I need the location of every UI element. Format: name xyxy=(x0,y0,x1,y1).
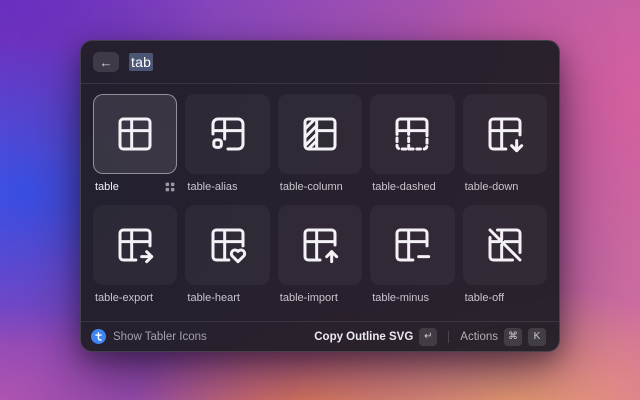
icon-label-row: table-off xyxy=(463,291,547,304)
table-heart-icon xyxy=(208,225,248,265)
primary-action-label: Copy Outline SVG xyxy=(314,331,413,343)
back-arrow-icon: ← xyxy=(100,56,113,69)
footer-app-label: Show Tabler Icons xyxy=(113,331,207,343)
icon-result-cell[interactable]: table-dashed xyxy=(370,94,454,193)
back-button[interactable]: ← xyxy=(93,52,119,72)
icon-label-row: table-column xyxy=(278,180,362,193)
icon-label: table-minus xyxy=(372,292,429,304)
grid-badge-icon xyxy=(165,182,175,192)
icon-tile xyxy=(370,94,454,174)
table-down-icon xyxy=(485,114,525,154)
icon-label-row: table-down xyxy=(463,180,547,193)
enter-key-badge: ↵ xyxy=(419,328,437,346)
icon-tile xyxy=(370,205,454,285)
icon-label-row: table-alias xyxy=(185,180,269,193)
status-bar: Show Tabler Icons Copy Outline SVG ↵ Act… xyxy=(81,321,559,351)
table-export-icon xyxy=(115,225,155,265)
desktop-background: ← tab table xyxy=(0,0,640,400)
search-input[interactable]: tab xyxy=(129,54,547,70)
icon-tile xyxy=(463,205,547,285)
icon-label: table-off xyxy=(465,292,505,304)
icon-result-cell[interactable]: table-down xyxy=(463,94,547,193)
icon-label: table-down xyxy=(465,181,519,193)
icon-tile xyxy=(463,94,547,174)
table-alias-icon xyxy=(208,114,248,154)
tabler-logo-icon xyxy=(91,329,106,344)
icon-label: table xyxy=(95,181,119,193)
icon-tile xyxy=(278,205,362,285)
table-dashed-icon xyxy=(392,114,432,154)
icon-result-cell[interactable]: table-column xyxy=(278,94,362,193)
icon-label-row: table-dashed xyxy=(370,180,454,193)
icon-label-row: table-heart xyxy=(185,291,269,304)
k-key-badge: K xyxy=(528,328,546,346)
icon-label-row: table-minus xyxy=(370,291,454,304)
icon-label: table-heart xyxy=(187,292,240,304)
icon-tile xyxy=(185,205,269,285)
icon-result-cell[interactable]: table xyxy=(93,94,177,193)
table-column-icon xyxy=(300,114,340,154)
table-import-icon xyxy=(300,225,340,265)
icon-tile xyxy=(185,94,269,174)
icon-label: table-alias xyxy=(187,181,237,193)
actions-label: Actions xyxy=(460,331,498,343)
icon-label-row: table-export xyxy=(93,291,177,304)
table-off-icon xyxy=(485,225,525,265)
search-bar: ← tab xyxy=(81,41,559,84)
table-icon xyxy=(115,114,155,154)
actions-menu-button[interactable]: Actions ⌘ K xyxy=(457,326,549,348)
icon-label-row: table-import xyxy=(278,291,362,304)
footer-app[interactable]: Show Tabler Icons xyxy=(91,329,207,344)
cmd-key-badge: ⌘ xyxy=(504,328,522,346)
icon-result-cell[interactable]: table-heart xyxy=(185,205,269,304)
icon-tile xyxy=(93,205,177,285)
icon-search-window: ← tab table xyxy=(80,40,560,352)
icon-label-row: table xyxy=(93,180,177,193)
table-minus-icon xyxy=(392,225,432,265)
icon-grid: table xyxy=(81,84,559,321)
icon-result-cell[interactable]: table-off xyxy=(463,205,547,304)
footer-actions: Copy Outline SVG ↵ Actions ⌘ K xyxy=(311,326,549,348)
icon-label: table-import xyxy=(280,292,338,304)
icon-tile xyxy=(93,94,177,174)
icon-label: table-export xyxy=(95,292,153,304)
icon-result-cell[interactable]: table-alias xyxy=(185,94,269,193)
icon-result-cell[interactable]: table-export xyxy=(93,205,177,304)
icon-result-cell[interactable]: table-import xyxy=(278,205,362,304)
footer-divider xyxy=(448,331,449,343)
icon-tile xyxy=(278,94,362,174)
copy-outline-svg-button[interactable]: Copy Outline SVG ↵ xyxy=(311,326,440,348)
icon-result-cell[interactable]: table-minus xyxy=(370,205,454,304)
search-text: tab xyxy=(129,53,153,71)
icon-label: table-column xyxy=(280,181,343,193)
icon-label: table-dashed xyxy=(372,181,436,193)
